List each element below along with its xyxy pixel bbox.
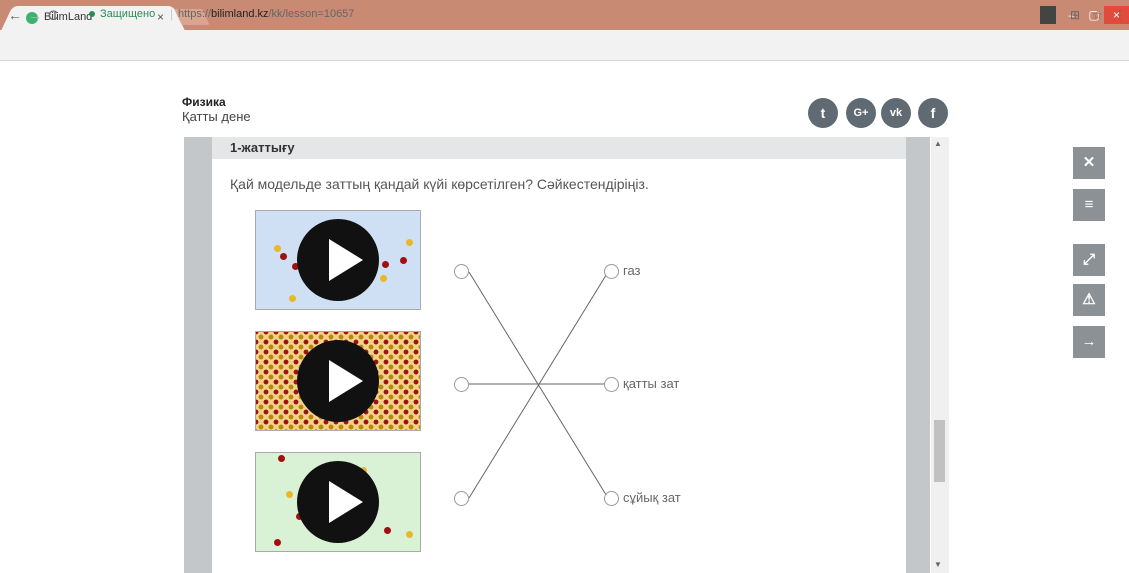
liquid-model-video[interactable] [255,452,421,552]
answer-solid: қатты зат [623,376,680,391]
left-match-radio-1[interactable] [454,264,469,279]
scrollbar-thumb[interactable] [934,420,945,482]
particle [280,253,287,260]
menu-icon[interactable]: ≡ [1073,189,1105,221]
exercise-header [212,137,906,159]
particle [382,261,389,268]
particle [289,295,296,302]
translate-icon[interactable]: ⊞ [1070,8,1080,22]
right-match-radio-1[interactable] [604,264,619,279]
play-button[interactable] [297,340,379,422]
arrow-right-icon[interactable]: → [1073,326,1105,358]
gas-model-video[interactable] [255,210,421,310]
answer-gas: газ [623,263,641,278]
particle [406,239,413,246]
particle [278,455,285,462]
url-separator: | [170,7,174,21]
particle [286,491,293,498]
exercise-title: 1-жаттығу [230,140,295,155]
url-host: bilimland.kz [211,8,269,20]
forward-icon[interactable]: → [28,7,42,23]
profile-icon[interactable] [1040,6,1056,24]
reload-icon[interactable]: C [48,7,58,23]
secure-label[interactable]: Защищено [100,8,155,20]
browser-menu-icon[interactable]: ⋮ [1114,8,1126,22]
expand-icon[interactable]: ⤢ [1073,244,1105,276]
scroll-down-icon[interactable]: ▼ [934,560,942,569]
particle [274,539,281,546]
exercise-question: Қай модельде заттың қандай күйі көрсетіл… [230,176,649,192]
google-plus-icon[interactable]: G+ [846,98,876,128]
vk-icon[interactable]: vk [881,98,911,128]
url-path: /kk/lesson=10657 [268,8,355,20]
url-prefix: https:// [178,8,212,20]
address-bar[interactable]: https://bilimland.kz/kk/lesson=10657 [178,8,354,20]
left-match-radio-2[interactable] [454,377,469,392]
bookmark-star-icon[interactable]: ☆ [1092,8,1103,22]
particle [400,257,407,264]
warning-icon[interactable]: ⚠ [1073,284,1105,316]
particle [380,275,387,282]
right-match-radio-2[interactable] [604,377,619,392]
particle [274,245,281,252]
particle [406,531,413,538]
facebook-icon[interactable]: f [918,98,948,128]
tab-close-icon[interactable]: × [157,10,164,24]
right-match-radio-3[interactable] [604,491,619,506]
twitter-icon[interactable]: t [808,98,838,128]
solid-model-video[interactable] [255,331,421,431]
back-icon[interactable]: ← [8,7,22,23]
course-topic: Қатты дене [182,109,251,124]
course-subject: Физика [182,95,226,109]
answer-liquid: сұйық зат [623,490,681,505]
play-button[interactable] [297,219,379,301]
close-icon[interactable]: ✕ [1073,147,1105,179]
particle [384,527,391,534]
left-match-radio-3[interactable] [454,491,469,506]
scroll-up-icon[interactable]: ▲ [934,139,942,148]
matching-lines [468,271,609,499]
browser-toolbar [0,30,1129,61]
scrollbar[interactable] [931,137,949,573]
play-button[interactable] [297,461,379,543]
lock-icon [89,11,95,17]
